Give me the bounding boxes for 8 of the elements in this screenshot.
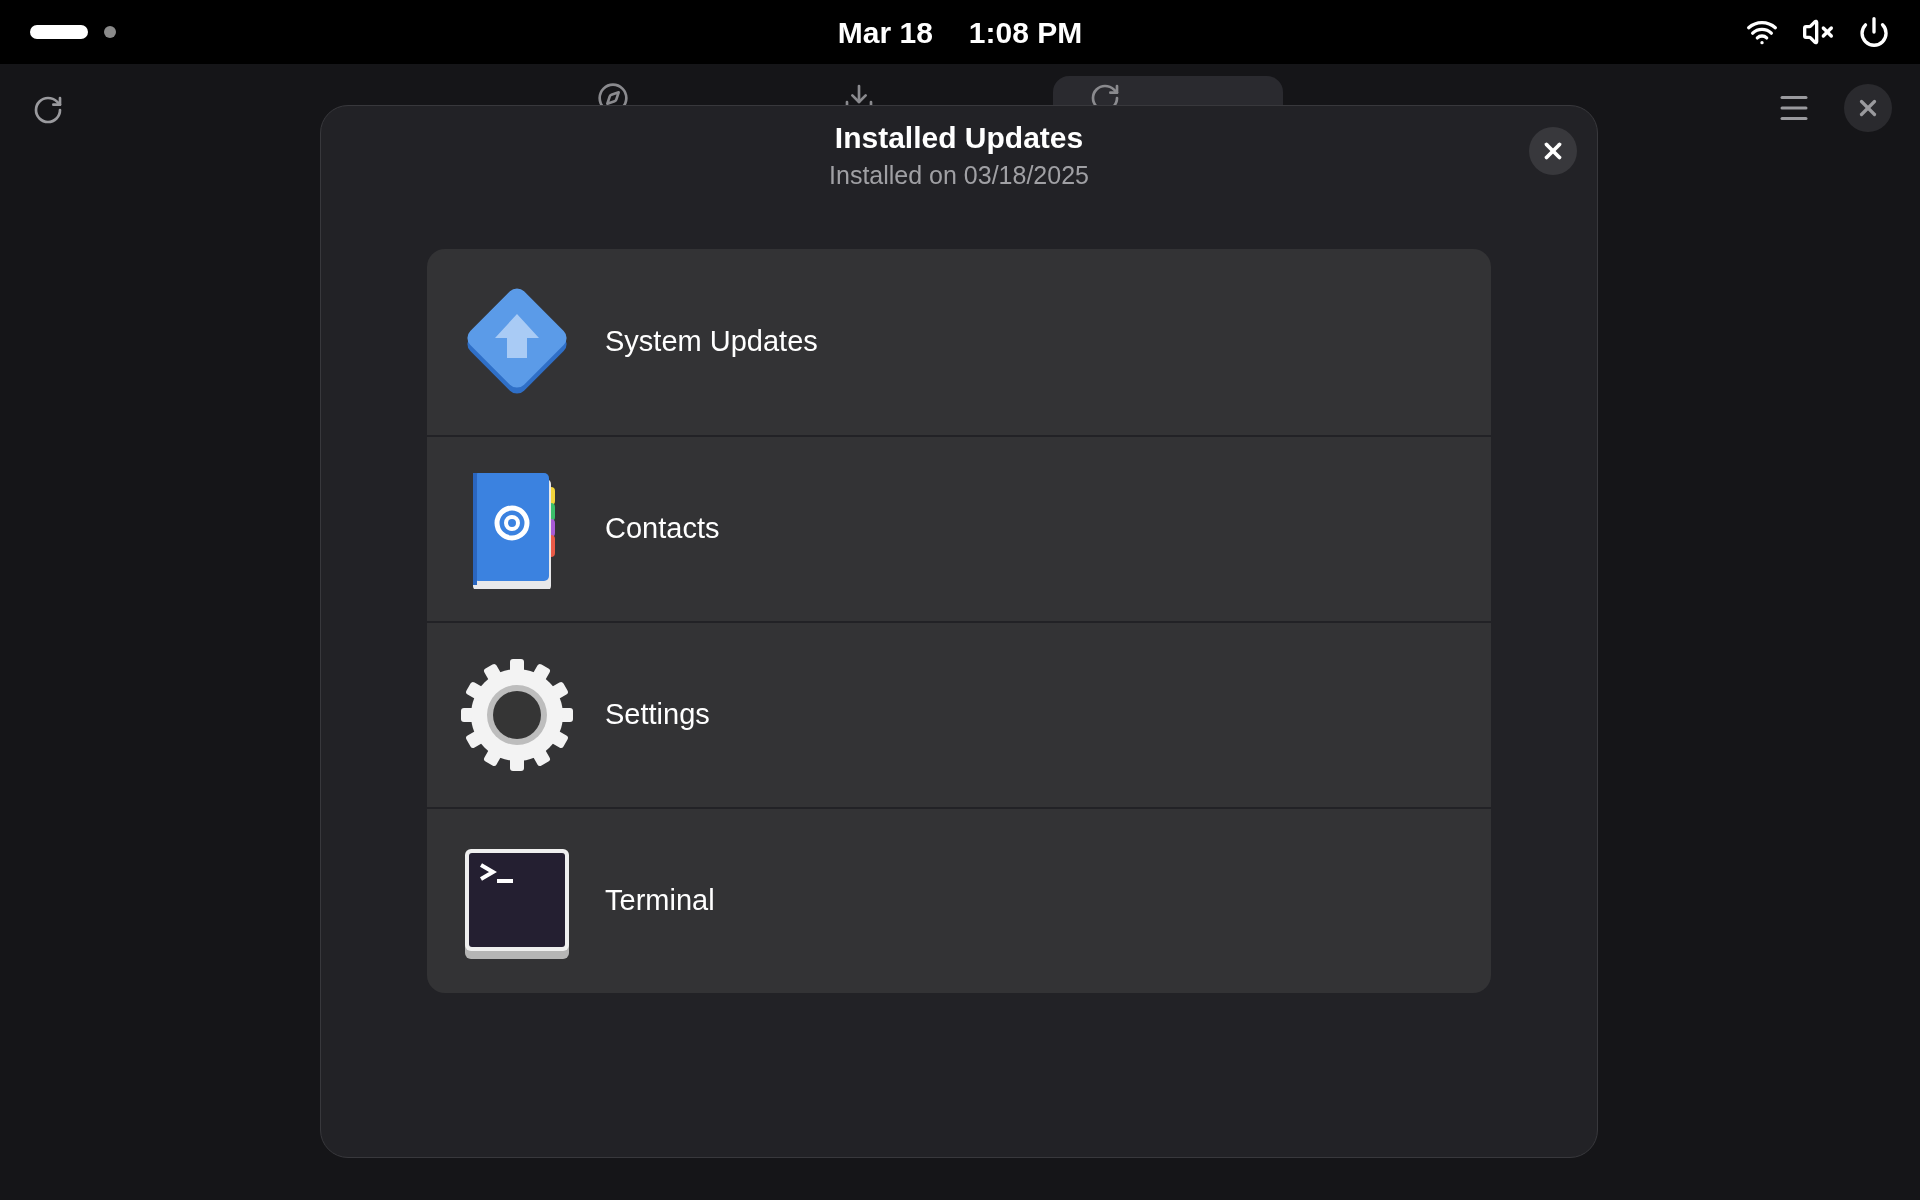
app-name: Settings <box>605 697 710 733</box>
dialog-title: Installed Updates <box>834 120 1084 156</box>
app-name: Contacts <box>605 511 720 547</box>
clock: 1:08 PM <box>968 14 1083 51</box>
date: Mar 18 <box>837 14 933 51</box>
dialog-subtitle: Installed on 03/18/2025 <box>829 160 1089 190</box>
app-name: Terminal <box>605 883 715 919</box>
app-name: System Updates <box>605 324 818 360</box>
